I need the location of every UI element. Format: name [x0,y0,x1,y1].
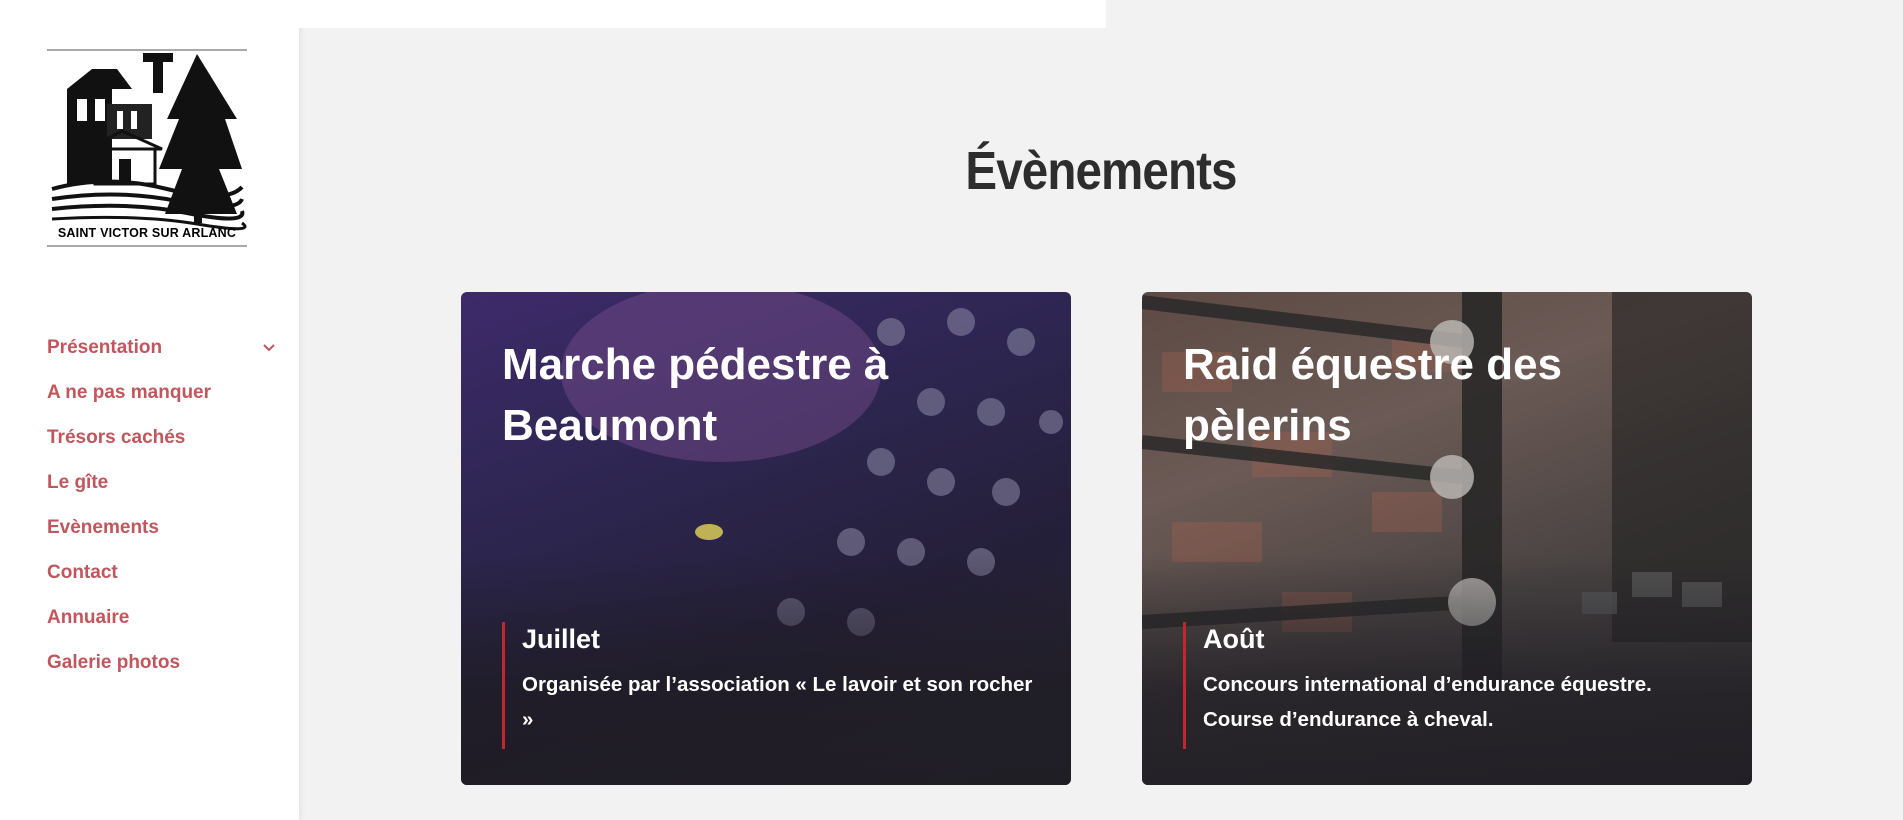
nav-item-galerie-photos[interactable]: Galerie photos [47,640,277,685]
nav-item-contact[interactable]: Contact [47,550,277,595]
event-description: Concours international d’endurance éques… [1203,673,1652,731]
nav-item-label: Annuaire [47,606,130,628]
event-card-2[interactable]: Raid équestre des pèlerins Août Concours… [1142,292,1752,785]
sidebar: SAINT VICTOR SUR ARLANC Présentation A n… [0,0,299,820]
nav-item-label: Présentation [47,336,163,358]
nav-item-label: Trésors cachés [47,426,186,448]
event-card-1[interactable]: Marche pédestre à Beaumont Juillet Organ… [461,292,1071,785]
nav-item-label: A ne pas manquer [47,381,212,403]
event-description: Organisée par l’association « Le lavoir … [522,673,1033,731]
nav-item-a-ne-pas-manquer[interactable]: A ne pas manquer [47,370,277,415]
event-title[interactable]: Raid équestre des pèlerins [1183,334,1703,456]
site-logo[interactable]: SAINT VICTOR SUR ARLANC [47,49,247,247]
nav-item-presentation[interactable]: Présentation [47,325,277,370]
nav-item-le-gite[interactable]: Le gîte [47,460,277,505]
main-nav: Présentation A ne pas manquer Trésors ca… [47,325,277,685]
nav-item-label: Evènements [47,516,159,538]
event-details: Juillet Organisée par l’association « Le… [502,622,1042,749]
nav-item-annuaire[interactable]: Annuaire [47,595,277,640]
village-logo-icon [47,49,247,247]
event-month: Août [1203,624,1265,654]
event-details: Août Concours international d’endurance … [1183,622,1723,749]
page-title: Évènements [965,141,1237,201]
logo-text: SAINT VICTOR SUR ARLANC [57,226,237,240]
event-title[interactable]: Marche pédestre à Beaumont [502,334,1022,456]
chevron-down-icon[interactable] [261,340,277,356]
nav-item-label: Contact [47,561,118,583]
event-month: Juillet [522,624,601,654]
nav-item-tresors-caches[interactable]: Trésors cachés [47,415,277,460]
top-content-strip [299,0,1106,28]
nav-item-evenements[interactable]: Evènements [47,505,277,550]
nav-item-label: Le gîte [47,471,109,493]
nav-item-label: Galerie photos [47,651,181,673]
